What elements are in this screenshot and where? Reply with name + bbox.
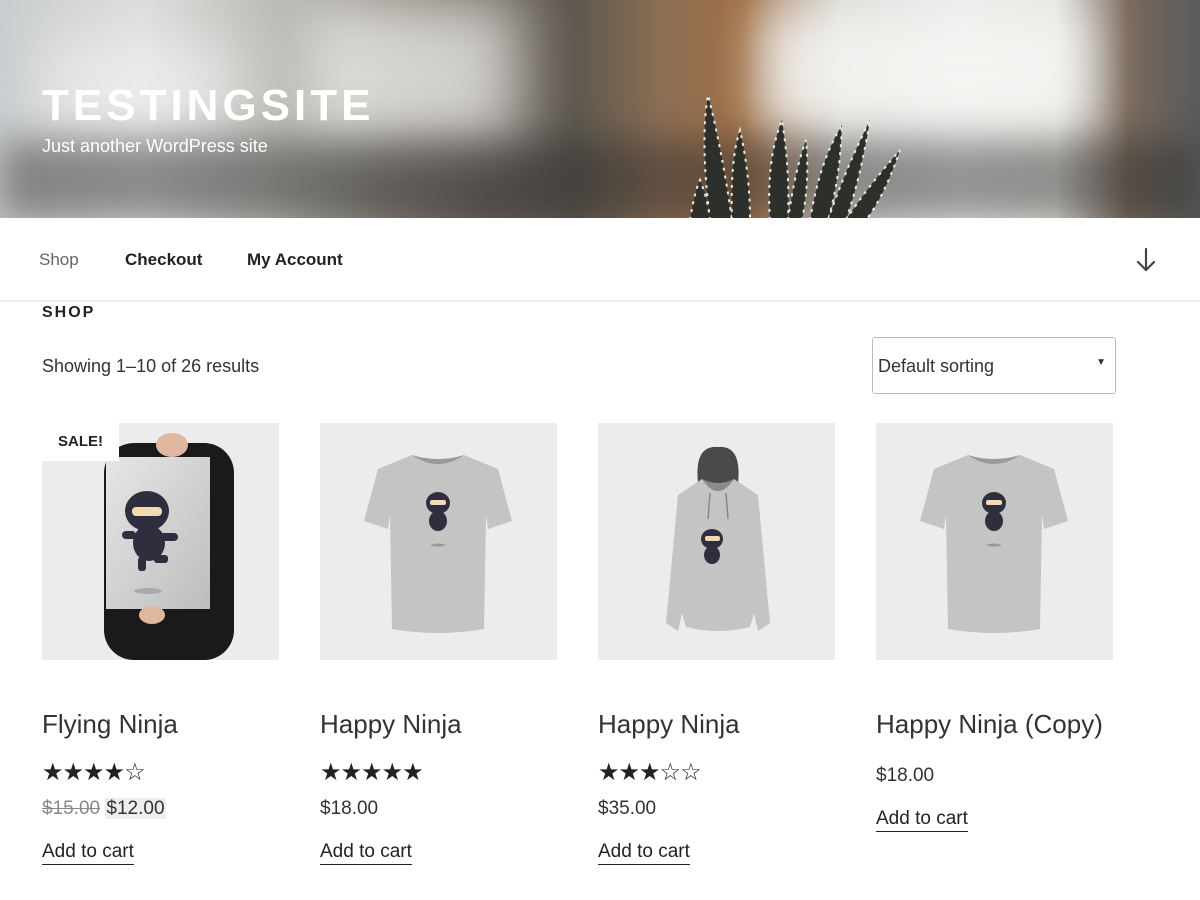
plant-image <box>689 94 901 218</box>
sorting-select[interactable]: Default sorting ▼ <box>872 337 1116 394</box>
nav-item-shop[interactable]: Shop <box>39 250 79 270</box>
add-to-cart-button[interactable]: Add to cart <box>598 840 690 865</box>
product-image-ninja-tshirt[interactable] <box>876 423 1113 660</box>
product-card: Happy Ninja ★★★☆☆ $35.00 Add to cart <box>598 423 835 865</box>
regular-price: $15.00 <box>42 798 101 819</box>
main-navigation: Shop Checkout My Account <box>0 218 1200 302</box>
product-card: Happy Ninja (Copy) $18.00 Add to cart <box>876 423 1113 832</box>
site-header: TESTINGSITE Just another WordPress site <box>0 0 1200 218</box>
product-image-ninja-poster[interactable]: SALE! <box>42 423 279 660</box>
product-title[interactable]: Flying Ninja <box>42 709 178 739</box>
product-image-ninja-hoodie[interactable] <box>598 423 835 660</box>
star-rating: ★★★☆☆ <box>598 759 702 786</box>
add-to-cart-button[interactable]: Add to cart <box>876 807 968 832</box>
product-title[interactable]: Happy Ninja (Copy) <box>876 709 1103 739</box>
page-title: SHOP <box>42 304 96 321</box>
site-description: Just another WordPress site <box>42 136 268 156</box>
product-card: SALE! Flying Ninja ★★★★☆ $15.00 $12.00 A… <box>42 423 279 865</box>
product-image-ninja-tshirt[interactable] <box>320 423 557 660</box>
site-title[interactable]: TESTINGSITE <box>42 84 374 128</box>
product-price: $15.00 $12.00 <box>42 797 166 821</box>
star-rating: ★★★★★ <box>320 759 424 786</box>
add-to-cart-button[interactable]: Add to cart <box>42 840 134 865</box>
nav-item-my-account[interactable]: My Account <box>247 250 343 270</box>
product-price: $35.00 <box>598 798 657 819</box>
add-to-cart-button[interactable]: Add to cart <box>320 840 412 865</box>
product-title[interactable]: Happy Ninja <box>320 709 462 739</box>
sorting-selected-value: Default sorting <box>878 356 995 376</box>
nav-item-checkout[interactable]: Checkout <box>125 250 202 270</box>
sale-price: $12.00 <box>105 798 166 819</box>
result-count: Showing 1–10 of 26 results <box>42 356 260 376</box>
chevron-down-icon: ▼ <box>1096 357 1106 368</box>
product-price: $18.00 <box>320 798 379 819</box>
sale-badge: SALE! <box>42 423 119 461</box>
star-rating: ★★★★☆ <box>42 759 146 786</box>
product-title[interactable]: Happy Ninja <box>598 709 740 739</box>
product-price: $18.00 <box>876 765 935 786</box>
arrow-down-icon[interactable] <box>1134 246 1158 274</box>
product-card: Happy Ninja ★★★★★ $18.00 Add to cart <box>320 423 557 865</box>
